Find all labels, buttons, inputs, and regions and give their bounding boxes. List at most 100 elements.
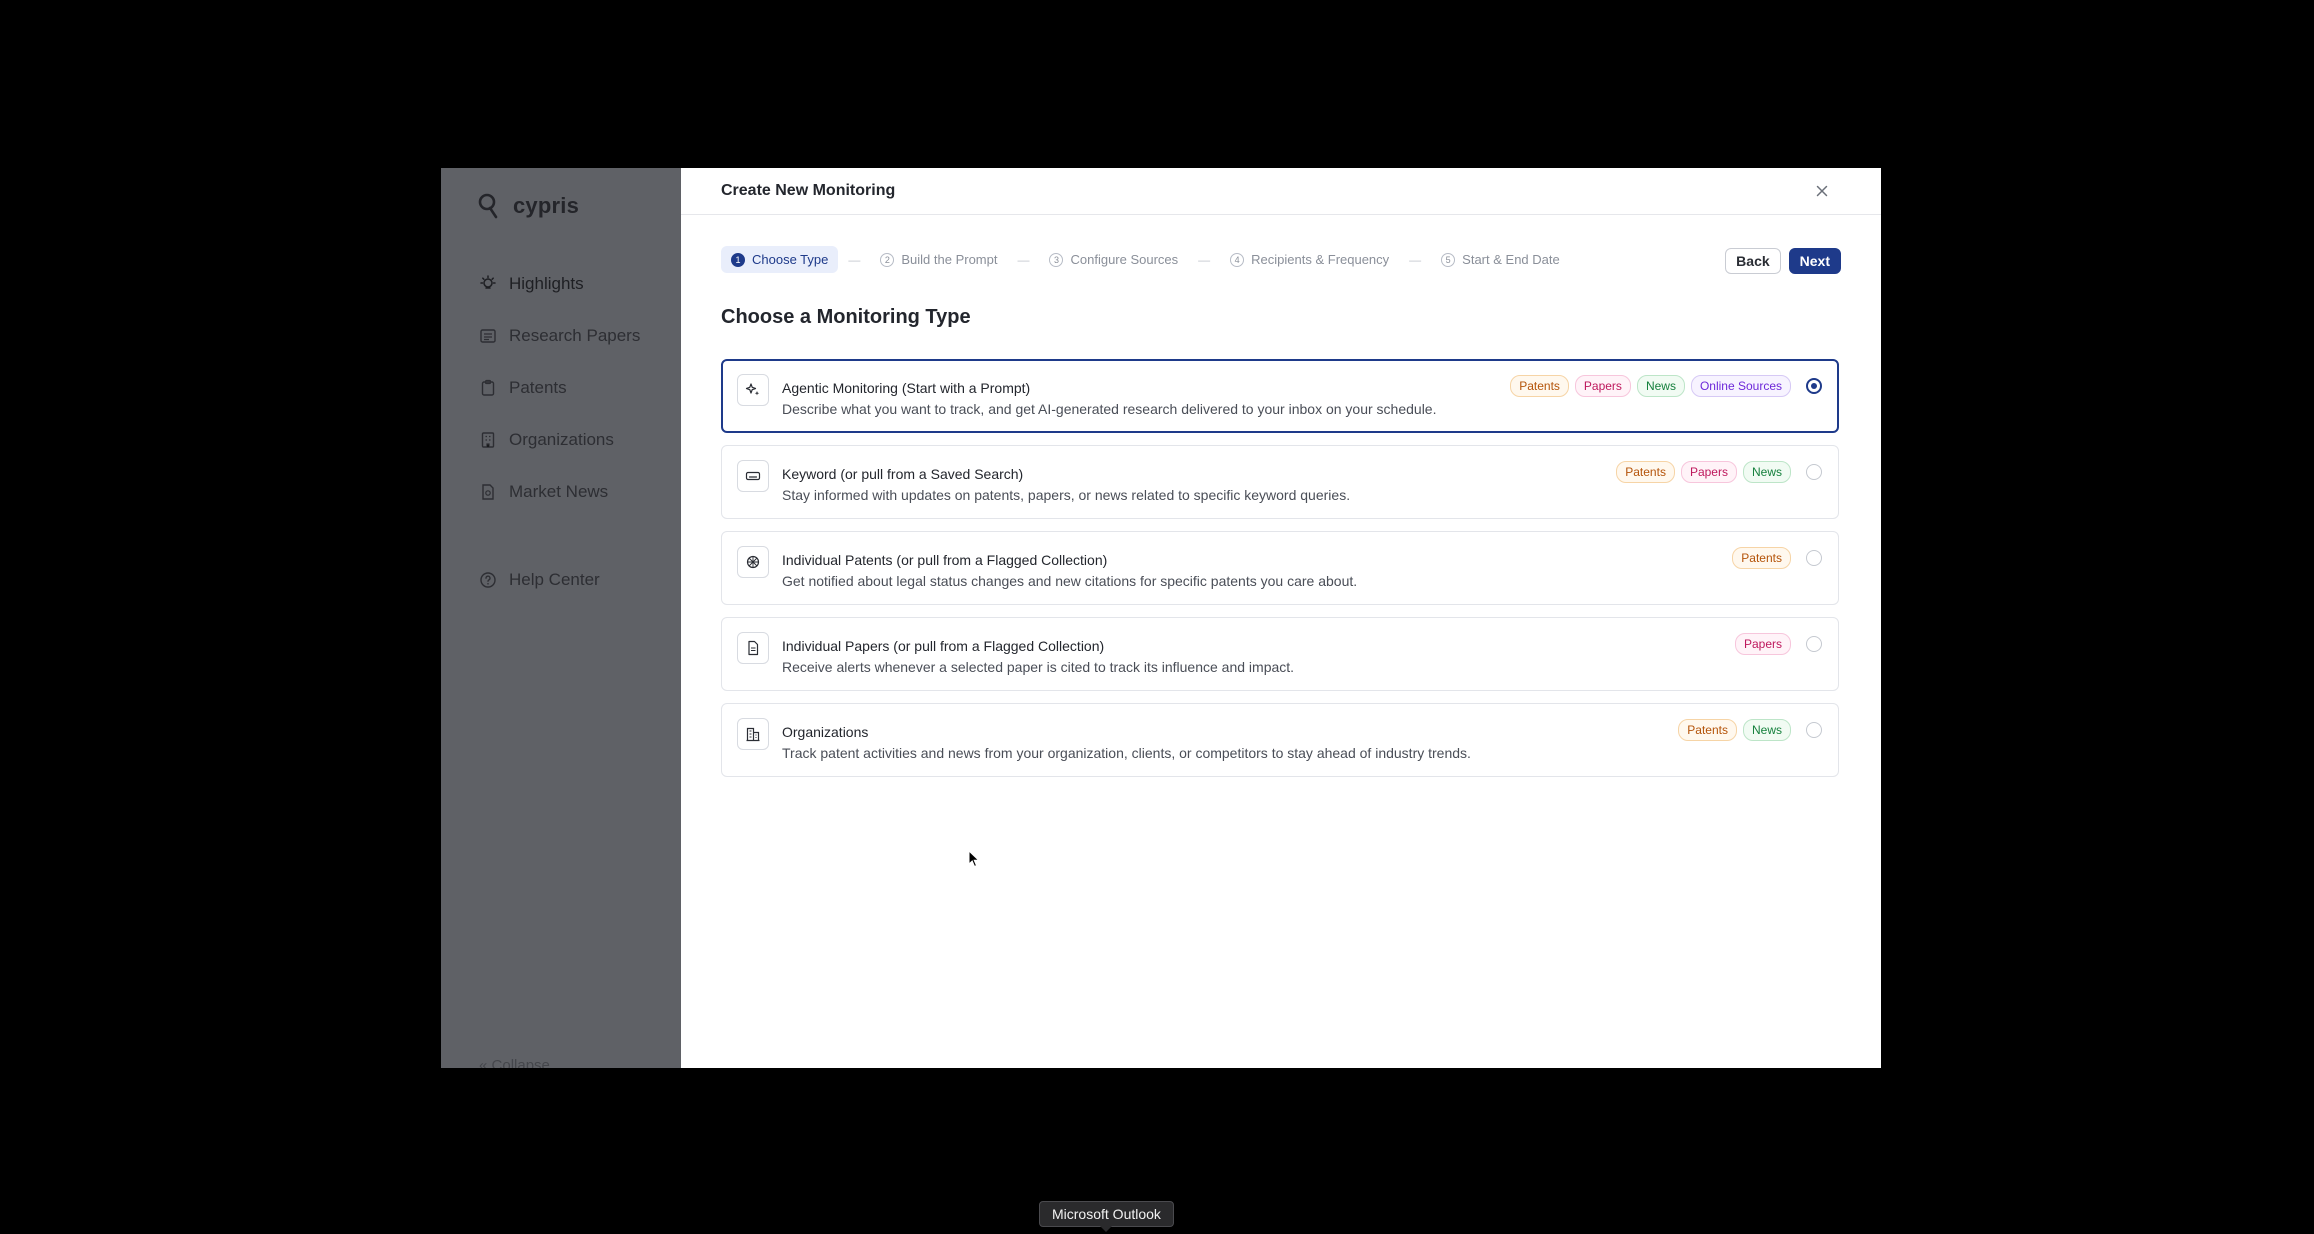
option-icon-box [737,460,769,492]
option-description: Receive alerts whenever a selected paper… [782,659,1295,675]
option-description: Get notified about legal status changes … [782,573,1358,589]
collapse-button[interactable]: « Collapse [479,1057,550,1068]
option-tags: Papers [1734,633,1791,655]
section-title: Choose a Monitoring Type [721,306,971,328]
monitoring-type-options: Agentic Monitoring (Start with a Prompt)… [721,359,1839,789]
tag-patents: Patents [1616,461,1675,483]
step-build-prompt[interactable]: 2 Build the Prompt [870,246,1007,273]
option-icon-box [737,546,769,578]
tag-news: News [1742,461,1791,483]
option-title: Keyword (or pull from a Saved Search) [782,466,1024,482]
option-radio[interactable] [1806,378,1822,394]
option-description: Track patent activities and news from yo… [782,745,1471,761]
back-button[interactable]: Back [1725,248,1781,274]
wizard-actions: Back Next [1725,248,1841,274]
newspaper-icon [480,329,496,343]
option-description: Describe what you want to track, and get… [782,401,1437,417]
option-title: Agentic Monitoring (Start with a Prompt) [782,380,1031,396]
option-radio[interactable] [1806,636,1822,652]
option-keyword[interactable]: Keyword (or pull from a Saved Search) St… [721,445,1839,519]
tag-papers: Papers [1734,633,1791,655]
tag-news: News [1742,719,1791,741]
step-separator: — [848,252,861,267]
option-tags: Patents Papers News [1616,461,1791,483]
option-title: Individual Patents (or pull from a Flagg… [782,552,1108,568]
collapse-icon: « [479,1057,488,1068]
option-title: Organizations [782,724,869,740]
option-tags: Patents Papers News Online Sources [1510,375,1791,397]
option-individual-papers[interactable]: Individual Papers (or pull from a Flagge… [721,617,1839,691]
step-label: Start & End Date [1462,252,1560,267]
clipboard-icon [481,379,495,396]
sidebar-item-patents[interactable]: Patents [479,362,640,414]
sidebar: cypris Highlights Research Papers Patent… [441,168,681,1068]
step-label: Configure Sources [1070,252,1179,267]
step-number: 3 [1049,252,1064,267]
option-icon-box [737,632,769,664]
step-separator: — [1017,252,1030,267]
sidebar-nav: Highlights Research Papers Patents Organ… [479,258,640,518]
modal-title: Create New Monitoring [721,182,896,199]
screen: cypris Highlights Research Papers Patent… [0,0,2314,1234]
option-organizations[interactable]: Organizations Track patent activities an… [721,703,1839,777]
option-radio[interactable] [1806,722,1822,738]
sidebar-item-label: Help Center [509,570,600,589]
option-description: Stay informed with updates on patents, p… [782,487,1351,503]
news-icon [482,484,494,500]
building-icon [481,432,495,448]
sparkles-icon [745,383,760,396]
document-icon [748,640,759,656]
tag-patents: Patents [1732,547,1791,569]
building-icon [746,727,760,742]
stepper: 1 Choose Type — 2 Build the Prompt — 3 C… [721,246,1570,273]
option-tags: Patents News [1678,719,1791,741]
option-tags: Patents [1732,547,1791,569]
sidebar-item-research-papers[interactable]: Research Papers [479,310,640,362]
option-icon-box [737,374,769,406]
step-number: 5 [1441,252,1456,267]
modal-header: Create New Monitoring [681,168,1881,215]
step-choose-type[interactable]: 1 Choose Type [721,246,839,273]
brand-name: cypris [513,193,580,218]
tag-news: News [1636,375,1685,397]
tag-papers: Papers [1574,375,1631,397]
sidebar-item-organizations[interactable]: Organizations [479,414,640,466]
option-individual-patents[interactable]: Individual Patents (or pull from a Flagg… [721,531,1839,605]
option-title: Individual Papers (or pull from a Flagge… [782,638,1105,654]
step-separator: — [1409,252,1422,267]
option-radio[interactable] [1806,550,1822,566]
patent-icon [746,555,760,569]
collapse-label: Collapse [491,1057,550,1068]
keyboard-icon [745,471,761,481]
sidebar-item-label: Organizations [509,430,614,449]
step-recipients-frequency[interactable]: 4 Recipients & Frequency [1220,246,1399,273]
option-radio[interactable] [1806,464,1822,480]
tag-patents: Patents [1678,719,1737,741]
mouse-cursor-icon [968,850,980,868]
step-number: 2 [880,252,895,267]
help-icon [480,572,496,588]
option-icon-box [737,718,769,750]
option-agentic-monitoring[interactable]: Agentic Monitoring (Start with a Prompt)… [721,359,1839,433]
sidebar-item-help-center[interactable]: Help Center [479,554,600,606]
sidebar-item-label: Patents [509,378,567,397]
close-icon[interactable] [1813,182,1831,200]
next-button[interactable]: Next [1788,248,1841,274]
sidebar-help: Help Center [479,554,600,606]
step-label: Build the Prompt [901,252,998,267]
step-start-end-date[interactable]: 5 Start & End Date [1431,246,1570,273]
sidebar-item-label: Research Papers [509,326,641,345]
step-number: 1 [731,252,745,267]
taskbar-tooltip: Microsoft Outlook [1039,1201,1174,1232]
step-configure-sources[interactable]: 3 Configure Sources [1039,246,1188,273]
sidebar-item-market-news[interactable]: Market News [479,466,640,518]
step-label: Choose Type [752,252,829,267]
tag-papers: Papers [1680,461,1737,483]
step-separator: — [1198,252,1211,267]
sidebar-item-highlights[interactable]: Highlights [479,258,640,310]
tag-online-sources: Online Sources [1690,375,1791,397]
create-monitoring-modal: Create New Monitoring 1 Choose Type — 2 … [681,168,1881,1068]
step-number: 4 [1230,252,1245,267]
step-label: Recipients & Frequency [1251,252,1390,267]
brand: cypris [477,192,579,220]
